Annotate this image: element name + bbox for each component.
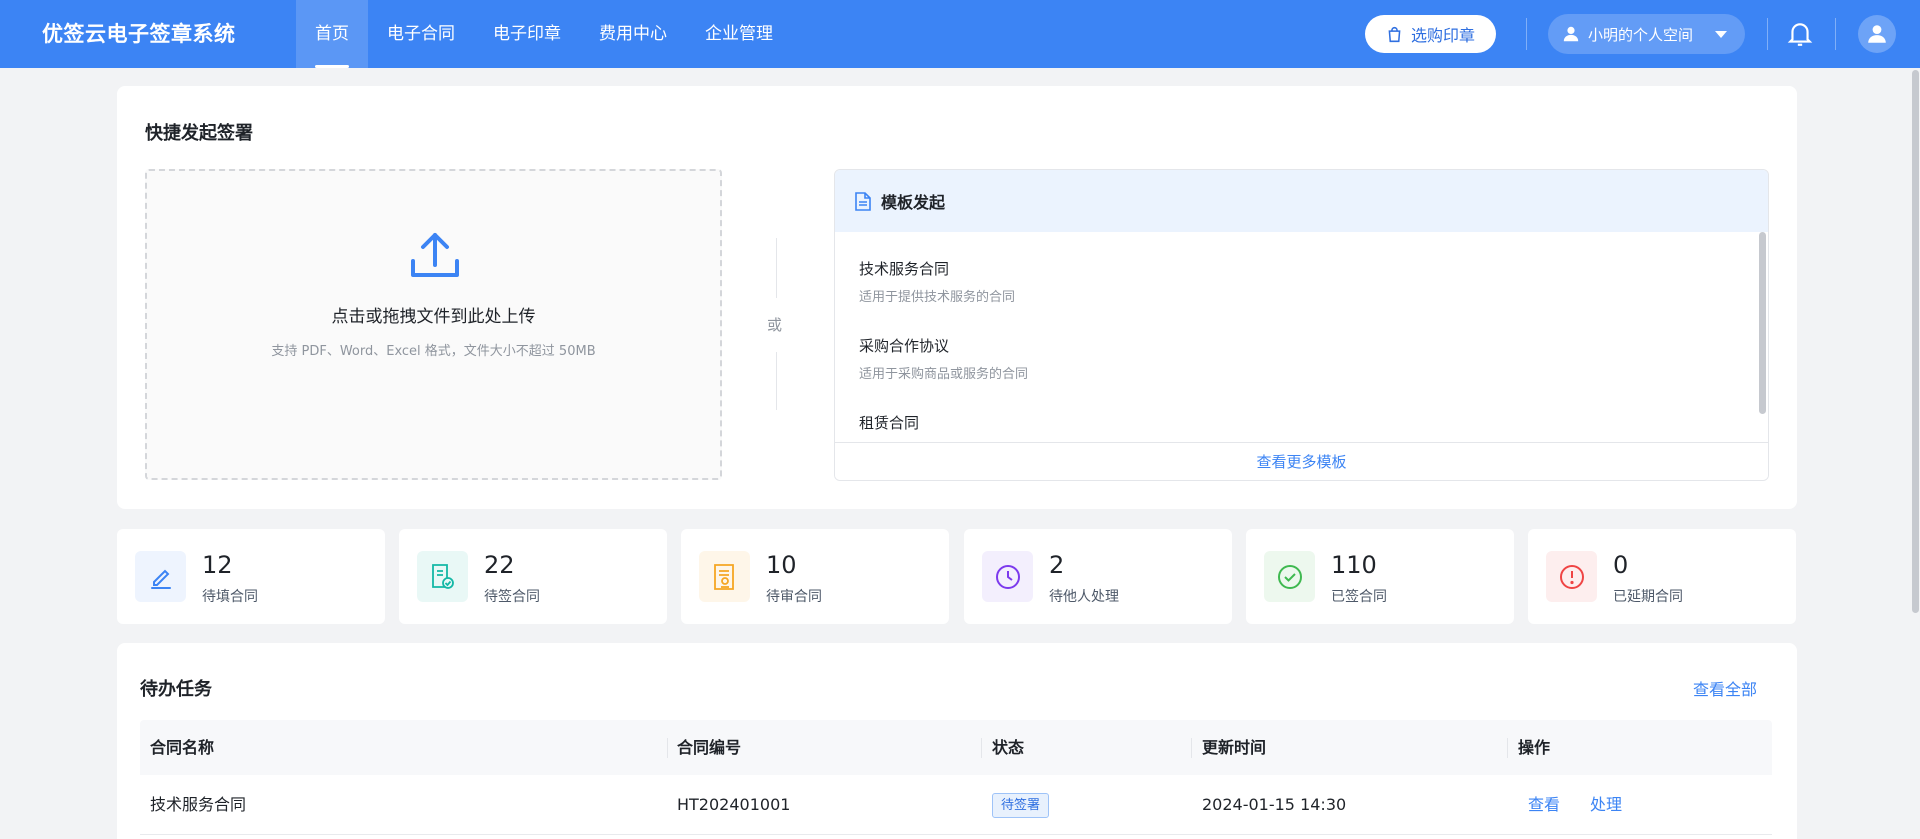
stat-card-to-review[interactable]: 10 待审合同 — [681, 529, 949, 624]
stat-value: 22 — [484, 551, 515, 579]
header-divider — [1835, 18, 1836, 50]
stat-icon-box — [135, 551, 186, 602]
buy-seal-label: 选购印章 — [1410, 26, 1475, 45]
column-divider — [667, 738, 668, 758]
column-divider — [981, 738, 982, 758]
contract-code-cell: HT202401001 — [677, 795, 791, 814]
process-action-link[interactable]: 处理 — [1590, 775, 1622, 835]
more-templates-link[interactable]: 查看更多模板 — [835, 442, 1768, 480]
workspace-label: 小明的个人空间 — [1588, 25, 1694, 44]
status-badge: 待签署 — [992, 793, 1050, 818]
stat-card-delayed[interactable]: 0 已延期合同 — [1528, 529, 1796, 624]
divider-line — [776, 352, 777, 410]
template-item[interactable]: 技术服务合同 适用于提供技术服务的合同 — [859, 258, 1015, 305]
template-panel-header: 模板发起 — [835, 170, 1768, 232]
nav-billing[interactable]: 费用中心 — [580, 0, 686, 68]
quick-sign-title: 快捷发起签署 — [145, 123, 253, 144]
stat-card-others[interactable]: 2 待他人处理 — [964, 529, 1232, 624]
chevron-down-icon — [1715, 30, 1728, 38]
column-header[interactable]: 更新时间 — [1202, 720, 1266, 775]
stat-value: 110 — [1331, 551, 1377, 579]
template-name: 采购合作协议 — [859, 337, 950, 355]
stat-value: 10 — [766, 551, 797, 579]
table-header: 合同名称 合同编号 状态 更新时间 操作 — [140, 720, 1772, 775]
view-action-link[interactable]: 查看 — [1528, 775, 1560, 835]
column-header[interactable]: 状态 — [992, 720, 1024, 775]
stat-label: 已延期合同 — [1613, 589, 1683, 605]
stat-label: 待填合同 — [202, 589, 258, 605]
stat-label: 待签合同 — [484, 589, 540, 605]
stat-value: 2 — [1049, 551, 1065, 579]
column-header[interactable]: 操作 — [1518, 720, 1550, 775]
column-header[interactable]: 合同名称 — [150, 720, 214, 775]
pen-icon — [150, 569, 171, 589]
quick-sign-card: 快捷发起签署 点击或拖拽文件到此处上传 支持 PDF、Word、Excel 格式… — [117, 86, 1797, 509]
shopping-bag-icon — [1388, 26, 1401, 42]
header-divider — [1767, 18, 1768, 50]
stat-value: 0 — [1613, 551, 1629, 579]
user-avatar-icon — [1868, 25, 1886, 43]
view-all-link[interactable]: 查看全部 — [1693, 676, 1757, 700]
todo-title: 待办任务 — [140, 679, 212, 700]
template-panel-title: 模板发起 — [881, 193, 946, 212]
template-desc: 适用于采购商品或服务的合同 — [859, 367, 1029, 382]
stat-card-signed[interactable]: 110 已签合同 — [1246, 529, 1514, 624]
user-icon — [1563, 26, 1579, 42]
check-circle-icon — [1277, 564, 1302, 589]
workspace-switcher[interactable]: 小明的个人空间 — [1548, 14, 1745, 54]
column-header[interactable]: 合同编号 — [677, 720, 741, 775]
stat-label: 待他人处理 — [1049, 589, 1119, 605]
column-divider — [1507, 738, 1508, 758]
nav-enterprise[interactable]: 企业管理 — [686, 0, 792, 68]
sign-doc-icon — [431, 563, 454, 589]
stat-label: 已签合同 — [1331, 589, 1387, 605]
stat-icon-box — [1546, 551, 1597, 602]
upload-instruction: 点击或拖拽文件到此处上传 — [331, 307, 536, 327]
header-divider — [1526, 18, 1527, 50]
template-list[interactable]: 技术服务合同 适用于提供技术服务的合同 采购合作协议 适用于采购商品或服务的合同… — [835, 232, 1768, 446]
stat-label: 待审合同 — [766, 589, 822, 605]
template-panel: 模板发起 技术服务合同 适用于提供技术服务的合同 采购合作协议 适用于采购商品或… — [834, 169, 1769, 481]
clock-icon — [995, 564, 1020, 589]
main-nav: 首页 电子合同 电子印章 费用中心 企业管理 — [296, 0, 792, 68]
template-scrollbar[interactable] — [1759, 232, 1766, 414]
document-icon — [855, 191, 871, 211]
top-navbar: 优签云电子签章系统 首页 电子合同 电子印章 费用中心 企业管理 选购印章 小明… — [0, 0, 1920, 68]
bell-icon[interactable] — [1787, 20, 1813, 48]
template-item[interactable]: 租赁合同 — [859, 412, 919, 433]
upload-hint: 支持 PDF、Word、Excel 格式，文件大小不超过 50MB — [271, 344, 596, 359]
upload-icon — [411, 233, 459, 277]
file-upload-dropzone[interactable]: 点击或拖拽文件到此处上传 支持 PDF、Word、Excel 格式，文件大小不超… — [145, 169, 722, 480]
stat-icon-box — [417, 551, 468, 602]
nav-e-contract[interactable]: 电子合同 — [368, 0, 474, 68]
app-brand[interactable]: 优签云电子签章系统 — [42, 0, 236, 68]
stat-icon-box — [1264, 551, 1315, 602]
buy-seal-button[interactable]: 选购印章 — [1365, 15, 1496, 53]
stat-card-to-fill[interactable]: 12 待填合同 — [117, 529, 385, 624]
alert-circle-icon — [1559, 564, 1584, 589]
todo-table: 合同名称 合同编号 状态 更新时间 操作 技术服务合同 HT202401001 … — [140, 720, 1772, 835]
template-desc: 适用于提供技术服务的合同 — [859, 290, 1016, 305]
or-label: 或 — [767, 316, 783, 334]
update-time-cell: 2024-01-15 14:30 — [1202, 795, 1347, 814]
stat-icon-box — [982, 551, 1033, 602]
divider-line — [776, 238, 777, 298]
column-divider — [1191, 738, 1192, 758]
stat-icon-box — [699, 551, 750, 602]
todo-card: 待办任务 查看全部 合同名称 合同编号 状态 更新时间 操作 技术服务合同 HT… — [117, 643, 1797, 839]
page-scrollbar-thumb[interactable] — [1912, 70, 1919, 613]
template-item[interactable]: 采购合作协议 适用于采购商品或服务的合同 — [859, 335, 1028, 382]
stat-value: 12 — [202, 551, 233, 579]
template-name: 技术服务合同 — [859, 260, 950, 278]
review-doc-icon — [713, 563, 734, 590]
avatar[interactable] — [1858, 15, 1896, 53]
stat-card-to-sign[interactable]: 22 待签合同 — [399, 529, 667, 624]
nav-home[interactable]: 首页 — [296, 0, 368, 68]
contract-name-cell: 技术服务合同 — [150, 795, 247, 814]
table-row[interactable]: 技术服务合同 HT202401001 待签署 2024-01-15 14:30 … — [140, 775, 1772, 835]
template-name: 租赁合同 — [859, 414, 920, 432]
nav-e-seal[interactable]: 电子印章 — [474, 0, 580, 68]
